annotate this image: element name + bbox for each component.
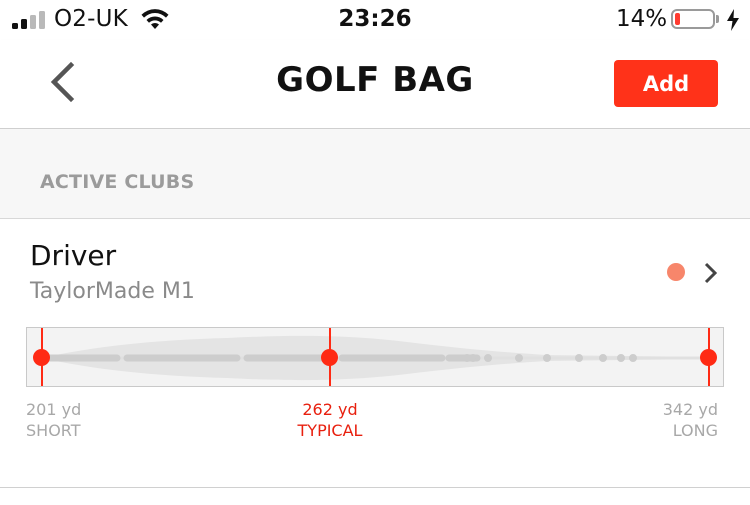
club-model: TaylorMade M1 bbox=[30, 279, 195, 304]
long-distance-caption: LONG bbox=[672, 421, 718, 440]
typical-marker-dot bbox=[321, 349, 338, 366]
shot-cluster bbox=[45, 354, 637, 362]
section-header: ACTIVE CLUBS bbox=[0, 129, 750, 219]
battery-percent: 14% bbox=[616, 6, 668, 32]
battery-icon bbox=[671, 9, 715, 29]
charging-bolt-icon bbox=[727, 9, 739, 31]
battery-cap bbox=[716, 15, 719, 23]
club-status-dot bbox=[667, 263, 685, 281]
long-marker-dot bbox=[700, 349, 717, 366]
long-distance-value: 342 yd bbox=[662, 400, 718, 419]
chevron-right-icon bbox=[704, 262, 718, 284]
distance-range-chart bbox=[26, 327, 724, 387]
typical-distance-label: 262 yd TYPICAL bbox=[280, 399, 380, 441]
short-marker-dot bbox=[33, 349, 50, 366]
club-name: Driver bbox=[30, 239, 117, 272]
short-distance-value: 201 yd bbox=[26, 400, 82, 419]
long-distance-label: 342 yd LONG bbox=[663, 399, 718, 441]
short-distance-label: 201 yd SHORT bbox=[26, 399, 81, 441]
typical-distance-value: 262 yd bbox=[302, 400, 358, 419]
status-bar: O2-UK 23:26 14% bbox=[0, 0, 750, 40]
battery-level-fill bbox=[675, 13, 680, 25]
navbar: GOLF BAG Add bbox=[0, 40, 750, 129]
add-button[interactable]: Add bbox=[614, 60, 718, 107]
section-title: ACTIVE CLUBS bbox=[40, 171, 195, 193]
club-row-driver[interactable]: Driver TaylorMade M1 201 yd SHORT 262 yd… bbox=[0, 219, 750, 488]
short-distance-caption: SHORT bbox=[26, 421, 81, 440]
shot-distribution bbox=[41, 335, 711, 381]
typical-distance-caption: TYPICAL bbox=[297, 421, 363, 440]
